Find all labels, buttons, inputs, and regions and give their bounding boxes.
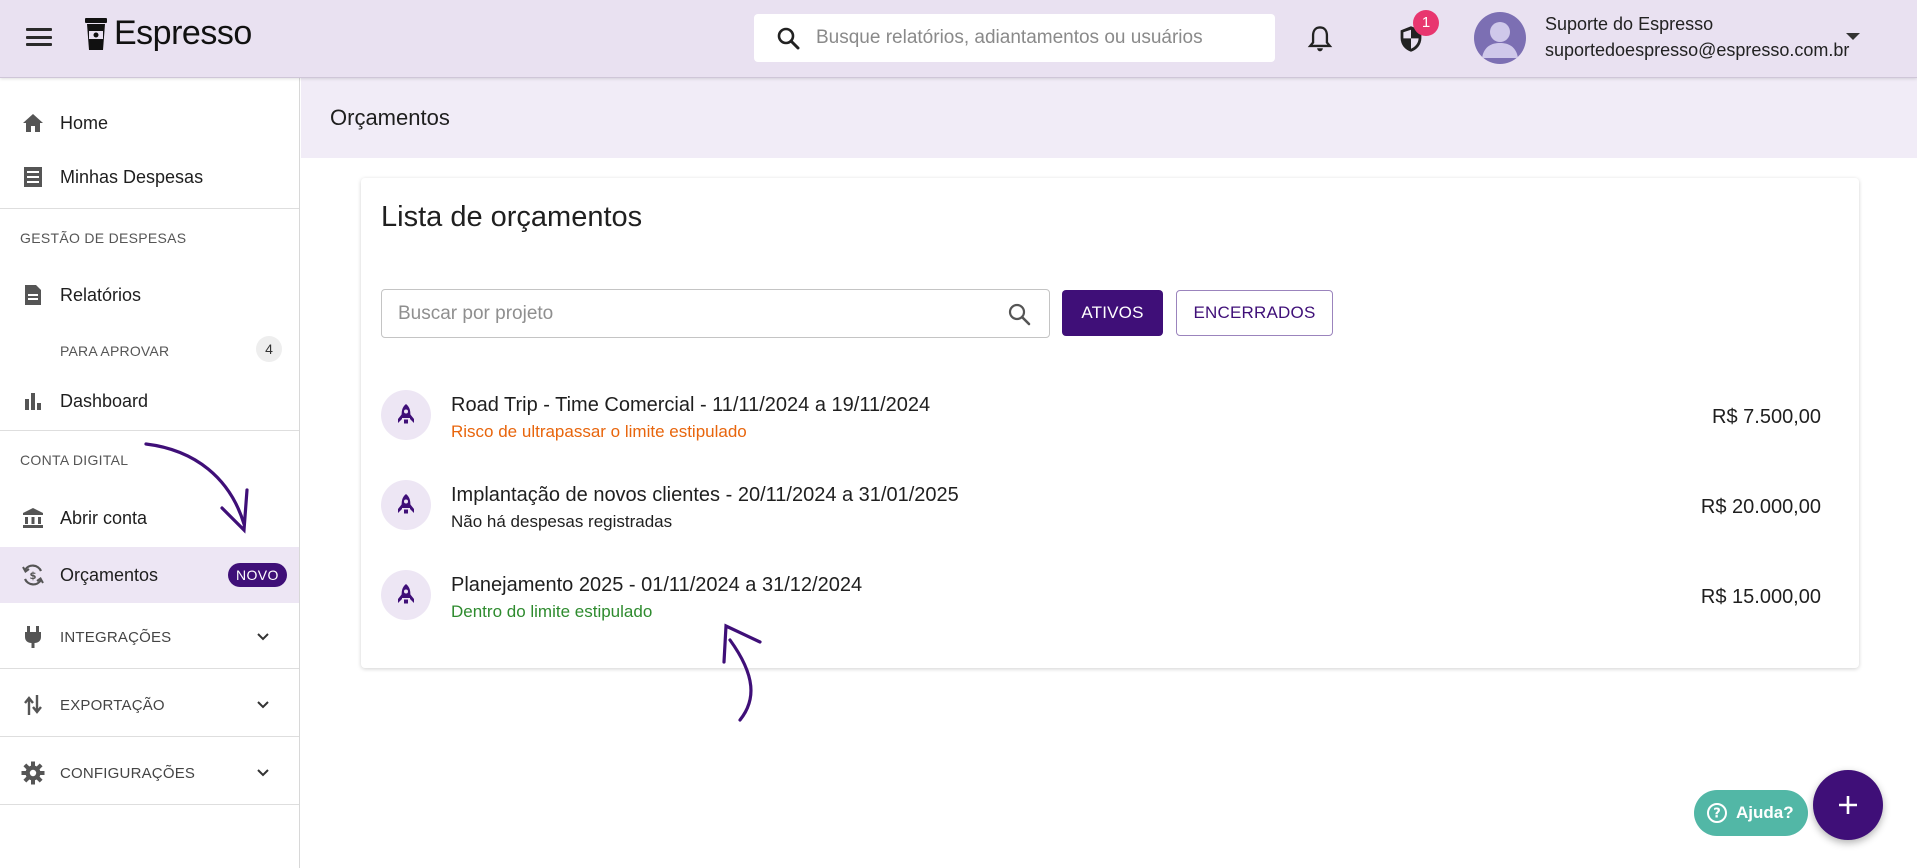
receipt-icon [21, 165, 45, 189]
user-email[interactable]: suportedoespresso@espresso.com.br [1545, 40, 1849, 61]
global-search-input[interactable] [816, 27, 1256, 49]
chevron-down-icon [257, 701, 269, 709]
sidebar-item-label: CONFIGURAÇÕES [60, 764, 196, 782]
sidebar-item-dashboard[interactable]: Dashboard [0, 374, 299, 428]
card-title: Lista de orçamentos [381, 201, 643, 233]
logo[interactable]: Espresso [84, 14, 252, 53]
sidebar-item-label: Abrir conta [60, 507, 148, 528]
sidebar-item-label: EXPORTAÇÃO [60, 696, 165, 714]
top-bar: Espresso 1 Suporte do Espresso suportedo… [0, 0, 1917, 78]
help-label: Ajuda? [1736, 803, 1794, 822]
sidebar-item-exportacao[interactable]: EXPORTAÇÃO [0, 676, 299, 734]
plus-icon [1839, 796, 1857, 814]
list-item[interactable]: Road Trip - Time Comercial - 11/11/2024 … [381, 382, 1821, 462]
sidebar-item-label: Dashboard [60, 390, 149, 411]
plug-icon [21, 625, 45, 649]
budget-title: Implantação de novos clientes - 20/11/20… [451, 484, 959, 506]
divider [0, 430, 299, 431]
rocket-icon [381, 390, 431, 440]
help-button[interactable]: ? Ajuda? [1694, 790, 1808, 836]
rocket-icon [381, 480, 431, 530]
budget-status: Dentro do limite estipulado [451, 602, 653, 621]
budget-amount: R$ 7.500,00 [1712, 406, 1821, 428]
sidebar-item-home[interactable]: Home [0, 96, 299, 150]
gear-icon [21, 761, 45, 785]
svg-text:?: ? [1713, 807, 1721, 822]
help-icon: ? [1707, 803, 1727, 823]
page-header [301, 78, 1917, 158]
sidebar-item-configuracoes[interactable]: CONFIGURAÇÕES [0, 744, 299, 802]
budget-title: Planejamento 2025 - 01/11/2024 a 31/12/2… [451, 574, 863, 596]
new-badge: NOVO [228, 563, 287, 587]
sidebar-item-integracoes[interactable]: INTEGRAÇÕES [0, 608, 299, 666]
chevron-down-icon [257, 769, 269, 777]
user-icon [1482, 22, 1518, 58]
avatar[interactable] [1474, 12, 1526, 64]
rocket-icon [381, 570, 431, 620]
sidebar-item-label: Orçamentos [60, 564, 159, 585]
list-item[interactable]: Implantação de novos clientes - 20/11/20… [381, 472, 1821, 552]
sidebar-item-relatorios[interactable]: Relatórios [0, 268, 299, 322]
security-badge: 1 [1413, 10, 1439, 36]
section-title-gestao: GESTÃO DE DESPESAS [20, 230, 187, 246]
swap-vertical-icon [21, 693, 45, 717]
divider [0, 208, 299, 209]
budget-status: Risco de ultrapassar o limite estipulado [451, 422, 747, 441]
svg-text:$: $ [30, 571, 37, 582]
budget-status: Não há despesas registradas [451, 512, 673, 531]
coffee-cup-icon [85, 17, 107, 50]
home-icon [21, 111, 45, 135]
budget-amount: R$ 15.000,00 [1700, 586, 1821, 608]
budget-amount: R$ 20.000,00 [1700, 496, 1821, 518]
sidebar-item-para-aprovar[interactable]: PARA APROVAR [60, 343, 169, 359]
user-name[interactable]: Suporte do Espresso [1545, 14, 1713, 35]
count-badge: 4 [256, 336, 282, 362]
menu-icon[interactable] [26, 26, 52, 48]
sidebar-item-label: Home [60, 112, 109, 133]
project-search-input[interactable] [398, 302, 978, 325]
bank-icon [21, 506, 45, 530]
add-budget-button[interactable] [1813, 770, 1883, 840]
chevron-down-icon [257, 633, 269, 641]
section-title-conta: CONTA DIGITAL [20, 452, 129, 468]
sidebar-item-abrir-conta[interactable]: Abrir conta [0, 491, 299, 545]
closed-filter-button[interactable]: ENCERRADOS [1176, 290, 1333, 336]
sidebar-item-label: Relatórios [60, 284, 142, 305]
active-filter-button[interactable]: ATIVOS [1062, 290, 1163, 336]
list-item[interactable]: Planejamento 2025 - 01/11/2024 a 31/12/2… [381, 562, 1821, 642]
global-search[interactable] [754, 14, 1275, 62]
sidebar-item-minhas-despesas[interactable]: Minhas Despesas [0, 150, 299, 204]
document-icon [21, 283, 45, 307]
divider [0, 804, 299, 805]
budget-title: Road Trip - Time Comercial - 11/11/2024 … [451, 394, 931, 416]
bar-chart-icon [21, 389, 45, 413]
budget-icon: $ [21, 563, 45, 587]
divider [0, 736, 299, 737]
search-icon [777, 27, 800, 50]
search-icon[interactable] [1007, 302, 1031, 326]
sidebar: Home Minhas Despesas GESTÃO DE DESPESAS … [0, 78, 300, 868]
sidebar-item-label: Minhas Despesas [60, 166, 204, 187]
sidebar-item-label: INTEGRAÇÕES [60, 628, 172, 646]
app-name: Espresso [114, 14, 252, 52]
divider [0, 668, 299, 669]
bell-icon[interactable] [1306, 24, 1334, 54]
sidebar-item-orcamentos[interactable]: $ Orçamentos NOVO [0, 547, 299, 603]
page-title: Orçamentos [330, 105, 450, 130]
project-search[interactable] [381, 289, 1050, 338]
chevron-down-icon[interactable] [1846, 33, 1860, 40]
